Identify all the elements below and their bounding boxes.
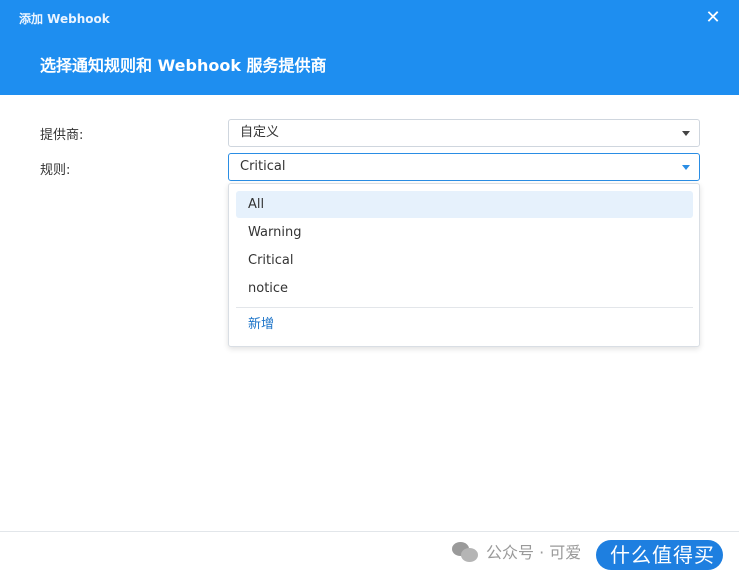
dialog-heading: 选择通知规则和 Webhook 服务提供商 bbox=[40, 56, 327, 75]
dropdown-option-warning[interactable]: Warning bbox=[236, 219, 693, 246]
wechat-icon bbox=[452, 540, 478, 562]
close-icon[interactable]: ✕ bbox=[703, 8, 723, 28]
dropdown-add-option[interactable]: 新增 bbox=[236, 311, 693, 338]
dropdown-option-all[interactable]: All bbox=[236, 191, 693, 218]
dropdown-divider bbox=[236, 307, 693, 308]
provider-label: 提供商: bbox=[40, 128, 84, 143]
chevron-down-icon bbox=[682, 131, 690, 136]
footer-divider bbox=[0, 531, 739, 532]
dialog-header: 添加 Webhook ✕ 选择通知规则和 Webhook 服务提供商 bbox=[0, 0, 739, 95]
rule-select-value: Critical bbox=[240, 159, 286, 174]
watermark: 公众号 · 可爱 bbox=[452, 536, 581, 566]
watermark-badge: 什么值得买 bbox=[596, 540, 723, 570]
provider-select-value: 自定义 bbox=[240, 125, 280, 140]
chevron-down-icon bbox=[682, 165, 690, 170]
window-title: 添加 Webhook bbox=[19, 12, 110, 26]
watermark-text: 公众号 · 可爱 bbox=[486, 543, 582, 562]
rule-select[interactable]: Critical bbox=[228, 153, 700, 181]
dropdown-option-notice[interactable]: notice bbox=[236, 275, 693, 302]
rule-dropdown-menu: All Warning Critical notice 新增 bbox=[228, 183, 700, 347]
provider-select[interactable]: 自定义 bbox=[228, 119, 700, 147]
rule-label: 规则: bbox=[40, 163, 71, 178]
dropdown-option-critical[interactable]: Critical bbox=[236, 247, 693, 274]
